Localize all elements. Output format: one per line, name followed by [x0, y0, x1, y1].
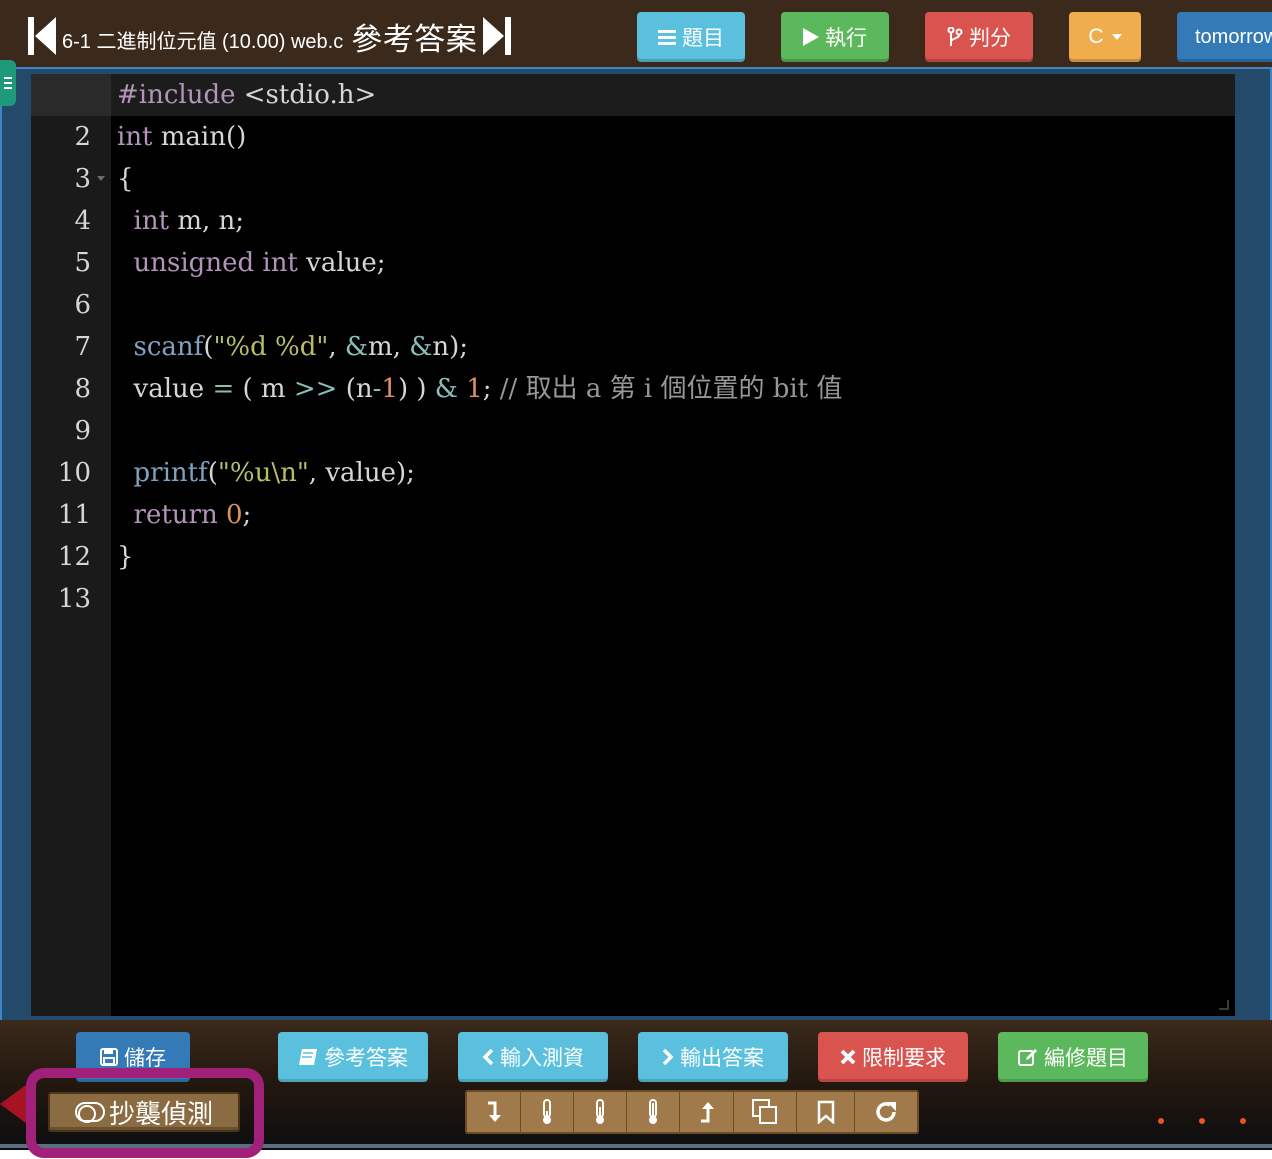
code-line[interactable]: scanf("%d %d", &m, &n); — [117, 326, 469, 368]
top-bar: 6-1 二進制位元值 (10.00) web.c 參考答案 題目 執行 判分 C… — [0, 0, 1272, 72]
menu-toggle-icon[interactable] — [0, 60, 16, 106]
indicator-dot — [1240, 1118, 1246, 1124]
branch-icon — [947, 27, 963, 46]
chevron-left-icon — [482, 1048, 494, 1066]
tool-icon-group — [465, 1090, 919, 1134]
arrow-up-icon[interactable] — [680, 1092, 734, 1132]
problem-button-label: 題目 — [682, 27, 724, 50]
line-number: 9 — [74, 416, 91, 446]
code-editor[interactable]: 12345678910111213 #include <stdio.h>int … — [31, 74, 1235, 1016]
edit-icon — [1018, 1049, 1037, 1066]
input-testdata-button[interactable]: 輸入測資 — [458, 1032, 608, 1082]
output-answer-button[interactable]: 輸出答案 — [638, 1032, 788, 1082]
code-line[interactable]: printf("%u\n", value); — [117, 452, 415, 494]
line-number: 10 — [57, 458, 91, 488]
play-icon — [803, 28, 819, 46]
output-answer-label: 輸出答案 — [680, 1047, 764, 1070]
skip-back-icon[interactable] — [28, 16, 56, 56]
skip-forward-icon[interactable] — [483, 16, 512, 56]
edit-problem-label: 編修題目 — [1044, 1047, 1128, 1070]
indicator-dot — [1199, 1118, 1205, 1124]
line-number: 5 — [74, 248, 91, 278]
code-line[interactable]: int m, n; — [117, 200, 244, 242]
line-number: 13 — [57, 584, 91, 614]
floppy-icon — [100, 1048, 118, 1066]
judge-button[interactable]: 判分 — [925, 12, 1033, 62]
input-testdata-label: 輸入測資 — [500, 1047, 584, 1070]
line-number: 8 — [74, 374, 91, 404]
run-button-label: 執行 — [825, 27, 867, 50]
code-line[interactable]: unsigned int value; — [117, 242, 386, 284]
code-line[interactable]: { — [117, 158, 134, 200]
line-number: 6 — [74, 290, 91, 320]
theme-select[interactable]: tomorrow — [1177, 12, 1272, 62]
line-gutter: 12345678910111213 — [31, 74, 111, 1016]
line-number: 12 — [57, 542, 91, 572]
code-line[interactable]: int main() — [117, 116, 246, 158]
plagiarism-detection-toggle[interactable]: 抄襲偵測 — [48, 1092, 240, 1132]
active-line-gutter — [31, 74, 111, 116]
line-number: 4 — [74, 206, 91, 236]
caret-down-icon — [1111, 34, 1122, 40]
page-title: 參考答案 — [351, 21, 478, 57]
thermometer-icon[interactable] — [521, 1092, 574, 1132]
line-number: 3 — [74, 164, 91, 194]
file-name: 6-1 二進制位元值 (10.00) web.c — [62, 30, 344, 53]
limits-label: 限制要求 — [862, 1047, 946, 1070]
line-number: 11 — [57, 500, 91, 530]
code-line[interactable]: } — [117, 536, 134, 578]
language-select-label: C — [1088, 25, 1104, 48]
indicator-dot — [1158, 1118, 1164, 1124]
code-line[interactable]: #include <stdio.h> — [117, 74, 376, 116]
toggle-off-icon — [74, 1102, 105, 1123]
reference-answer-label: 參考答案 — [324, 1047, 408, 1070]
language-select[interactable]: C — [1069, 12, 1141, 62]
copy-icon[interactable] — [734, 1092, 797, 1132]
chevron-right-icon — [662, 1048, 674, 1066]
arrow-down-icon[interactable] — [467, 1092, 521, 1132]
bookmark-icon[interactable] — [797, 1092, 855, 1132]
list-icon — [658, 30, 676, 45]
judge-button-label: 判分 — [969, 27, 1011, 50]
line-number: 7 — [74, 332, 91, 362]
fold-arrow-icon[interactable] — [97, 176, 105, 181]
resize-grip-icon[interactable] — [1219, 1000, 1229, 1010]
refresh-icon[interactable] — [855, 1092, 917, 1132]
code-line[interactable]: return 0; — [117, 494, 252, 536]
run-button[interactable]: 執行 — [781, 12, 889, 62]
code-line[interactable]: value = ( m >> (n-1) ) & 1; // 取出 a 第 i … — [117, 368, 843, 410]
thermometer-icon[interactable] — [627, 1092, 680, 1132]
close-icon — [840, 1049, 856, 1065]
reference-answer-button[interactable]: 參考答案 — [278, 1032, 428, 1082]
line-number: 2 — [74, 122, 91, 152]
theme-select-label: tomorrow — [1195, 25, 1272, 48]
book-icon — [299, 1049, 317, 1065]
plagiarism-detection-label: 抄襲偵測 — [108, 1098, 213, 1129]
title-area: 6-1 二進制位元值 (10.00) web.c 參考答案 — [28, 12, 512, 60]
limits-button[interactable]: 限制要求 — [818, 1032, 968, 1082]
edit-problem-button[interactable]: 編修題目 — [998, 1032, 1148, 1082]
problem-button[interactable]: 題目 — [637, 12, 745, 62]
thermometer-icon[interactable] — [574, 1092, 627, 1132]
